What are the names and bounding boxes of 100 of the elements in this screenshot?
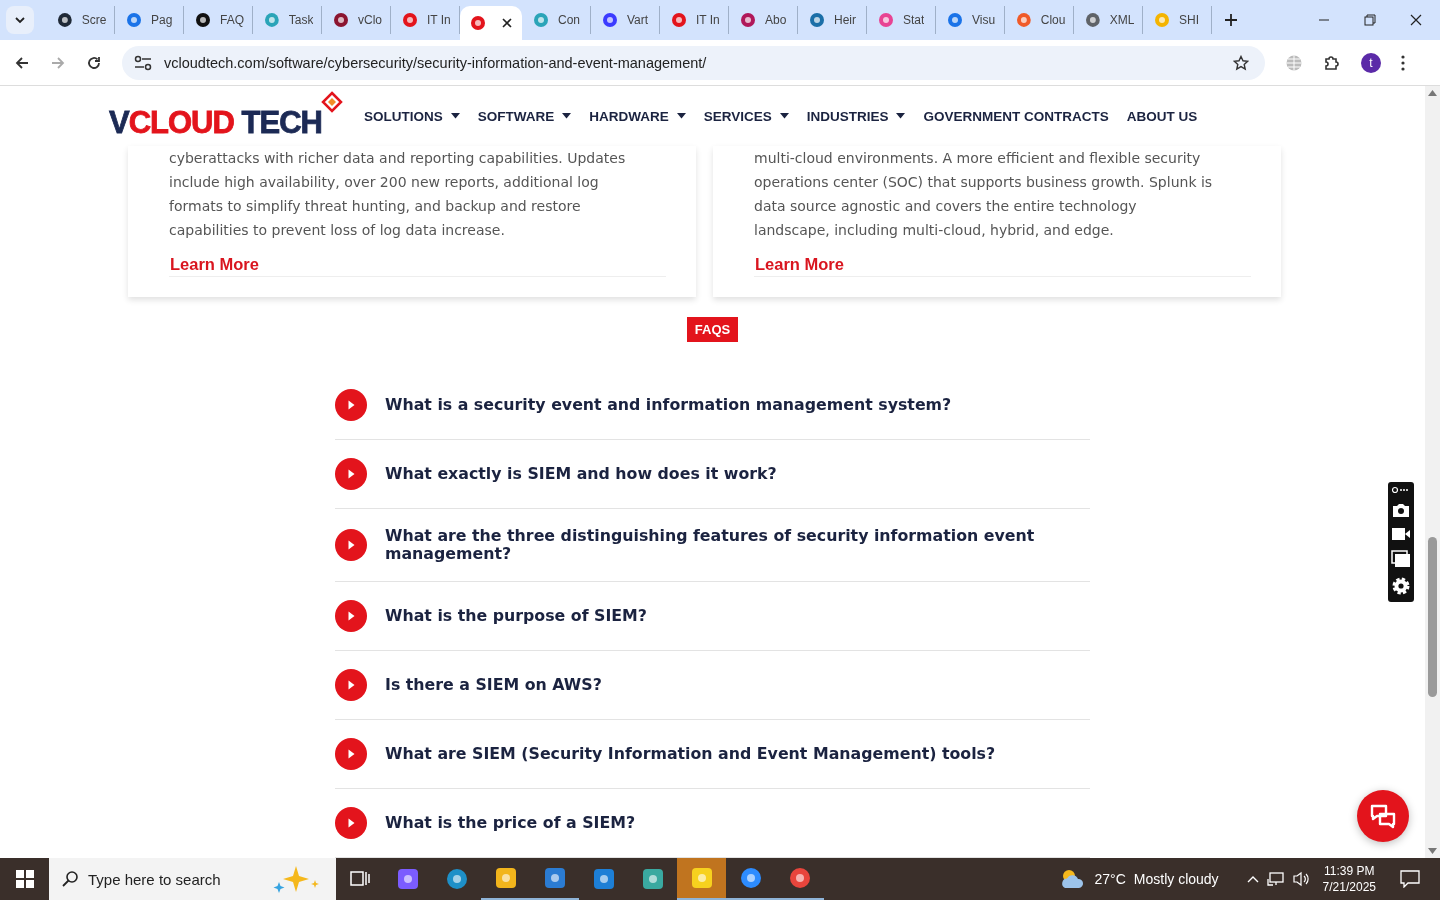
scroll-down-icon[interactable]	[1428, 848, 1437, 854]
settings-icon[interactable]	[1391, 576, 1411, 596]
nav-link[interactable]: SERVICES	[703, 108, 789, 124]
faq-item[interactable]: What exactly is SIEM and how does it work?	[335, 440, 1090, 509]
faq-question: What exactly is SIEM and how does it work?	[385, 465, 777, 483]
profile-avatar[interactable]: t	[1361, 52, 1381, 73]
tab-title: XML	[1109, 13, 1134, 27]
browser-tab[interactable]: Task	[253, 6, 322, 34]
browser-tab[interactable]: FAQ	[184, 6, 253, 34]
caret-icon	[450, 113, 460, 119]
caret-icon	[676, 113, 686, 119]
browser-tab[interactable]: IT In	[391, 6, 460, 34]
nav-link[interactable]: ABOUT US	[1126, 108, 1198, 124]
mail-icon	[591, 867, 616, 891]
favicon-icon	[947, 12, 963, 28]
close-icon[interactable]	[502, 18, 512, 28]
chat-bubbles-icon	[1369, 803, 1397, 829]
faq-item[interactable]: Is there a SIEM on AWS?	[335, 651, 1090, 720]
task-view-icon[interactable]	[350, 870, 370, 888]
browser-tab[interactable]: Scre	[46, 6, 115, 34]
tab-title: Pag	[151, 13, 173, 27]
faq-item[interactable]: What is a security event and information management system?	[335, 371, 1090, 440]
favicon-icon	[533, 12, 549, 28]
browser-tab[interactable]: XML	[1074, 6, 1143, 34]
tab-title: SHI	[1179, 13, 1199, 27]
nav-link[interactable]: SOLUTIONS	[363, 108, 460, 124]
favicon-icon	[402, 12, 418, 28]
card-text: formats to simplify threat hunting, and backup and restore	[169, 197, 582, 216]
favicon-icon	[878, 12, 894, 28]
faq-question: What are the three distinguishing features of security information event management?	[385, 527, 1036, 563]
address-bar[interactable]: vcloudtech.com/software/cybersecurity/security-information-and-event-management/	[122, 45, 1265, 80]
nav-link[interactable]: SOFTWARE	[477, 108, 572, 124]
tab-search-button[interactable]	[6, 6, 34, 34]
copilot-icon	[395, 867, 420, 891]
new-tab-icon[interactable]	[1224, 13, 1238, 27]
logo[interactable]: VCLOUD TECH	[109, 91, 344, 141]
faq-item[interactable]: What are SIEM (Security Information and Event Management) tools?	[335, 720, 1090, 789]
browser-tab[interactable]: Clou	[1005, 6, 1074, 34]
card-text: capabilities to prevent loss of log data increase.	[169, 221, 506, 240]
back-arrow-icon[interactable]	[14, 54, 30, 71]
scroll-up-icon[interactable]	[1428, 90, 1437, 96]
faq-item[interactable]: What are the three distinguishing features of security information event management?	[335, 509, 1090, 582]
site-settings-icon[interactable]	[134, 54, 152, 71]
favicon-icon	[602, 12, 618, 28]
browser-tab[interactable]: Heir	[798, 6, 867, 34]
play-circle-icon	[335, 529, 367, 561]
tab-title: Abo	[765, 13, 787, 27]
close-icon[interactable]	[1410, 14, 1422, 26]
browser-tab[interactable]: IT In	[660, 6, 729, 34]
browser-tab[interactable]: vClo	[322, 6, 391, 34]
learn-more-link[interactable]: Learn More	[169, 255, 666, 277]
play-circle-icon	[335, 669, 367, 701]
browser-tab[interactable]	[460, 6, 522, 40]
faq-question: What are SIEM (Security Information and Event Management) tools?	[385, 745, 996, 763]
star-icon[interactable]	[1233, 54, 1249, 71]
browser-tab[interactable]: Abo	[729, 6, 798, 34]
restore-icon[interactable]	[1364, 14, 1376, 26]
favicon-icon	[1016, 12, 1032, 28]
browser-tab[interactable]: Pag	[115, 6, 184, 34]
notification-icon[interactable]	[1400, 870, 1420, 888]
folder-icon	[493, 866, 518, 890]
windows-start-icon[interactable]	[16, 870, 34, 888]
learn-more-link[interactable]: Learn More	[754, 255, 1251, 277]
chevron-down-icon	[14, 14, 26, 26]
faq-question: What is the purpose of SIEM?	[385, 607, 647, 625]
taskbar-search-field[interactable]: Type here to search	[49, 858, 336, 900]
network-icon[interactable]	[1266, 871, 1285, 887]
browser-tab[interactable]: SHI	[1143, 6, 1212, 34]
nav-link[interactable]: INDUSTRIES	[806, 108, 906, 124]
chevron-up-icon[interactable]	[1246, 875, 1259, 883]
faq-item[interactable]: What is the purpose of SIEM?	[335, 582, 1090, 651]
tab-title: vClo	[358, 13, 382, 27]
favicon-icon	[809, 12, 825, 28]
favicon-icon	[264, 12, 280, 28]
tab-title: Visu	[972, 13, 996, 27]
favicon-icon	[126, 12, 142, 28]
browser-tab[interactable]: Stat	[867, 6, 936, 34]
scrollbar[interactable]	[1425, 86, 1440, 858]
browser-tab[interactable]: Visu	[936, 6, 1005, 34]
logo-diamond-icon	[319, 91, 344, 115]
extensions-icon[interactable]	[1323, 53, 1341, 72]
video-camera-icon[interactable]	[1391, 526, 1411, 542]
favicon-icon	[1154, 12, 1170, 28]
browser-tab[interactable]: Vart	[591, 6, 660, 34]
chat-button[interactable]	[1357, 790, 1409, 842]
reload-icon[interactable]	[86, 54, 102, 71]
windows-icon[interactable]	[1391, 550, 1411, 568]
faq-question: What is the price of a SIEM?	[385, 814, 636, 832]
nav-link[interactable]: GOVERNMENT CONTRACTS	[923, 108, 1109, 124]
play-circle-icon	[335, 807, 367, 839]
url-text: vcloudtech.com/software/cybersecurity/security-information-and-event-management/	[164, 54, 708, 71]
nav-link[interactable]: HARDWARE	[589, 108, 686, 124]
faq-question: What is a security event and information management system?	[385, 396, 952, 414]
browser-tab[interactable]: Con	[522, 6, 591, 34]
scroll-thumb[interactable]	[1428, 537, 1437, 697]
tab-title: Stat	[903, 13, 925, 27]
tab-title: Clou	[1040, 13, 1065, 27]
camera-icon[interactable]	[1392, 502, 1410, 518]
speaker-icon[interactable]	[1292, 871, 1309, 887]
menu-icon[interactable]	[1401, 54, 1405, 71]
